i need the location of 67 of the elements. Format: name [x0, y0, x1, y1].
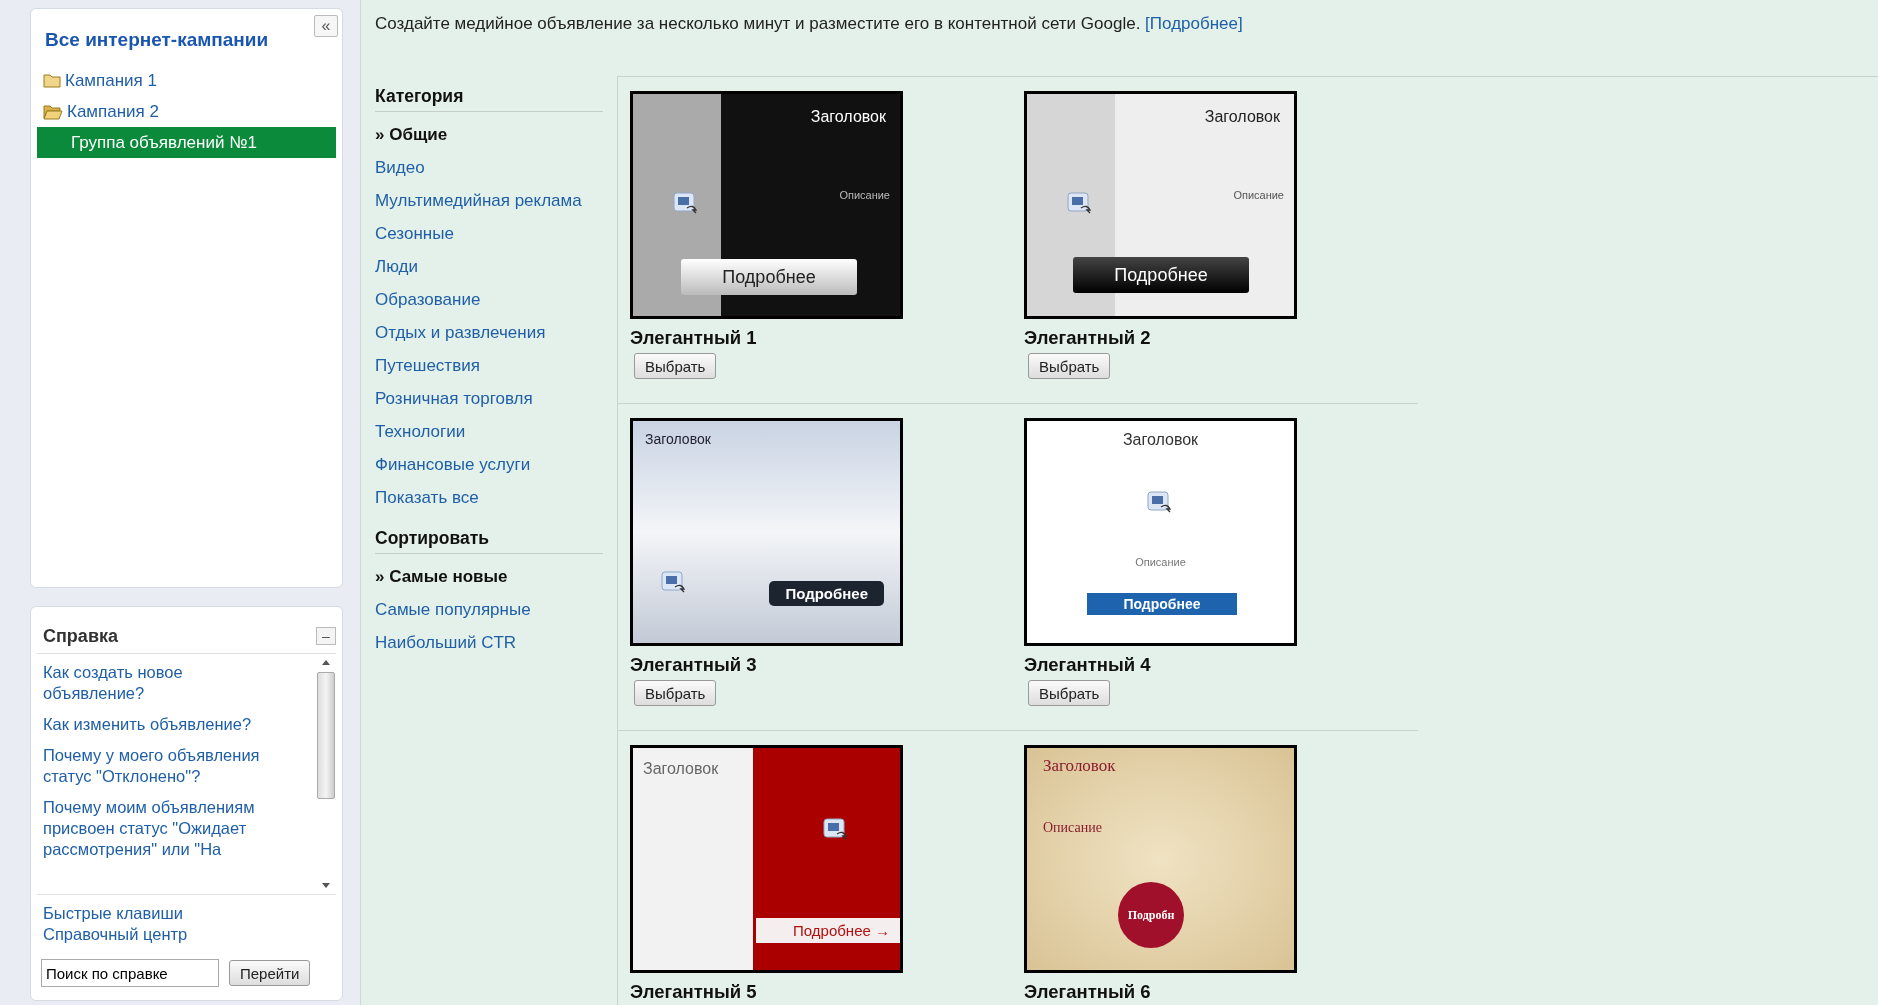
filter-link[interactable]: » Самые новые: [375, 560, 603, 593]
help-link[interactable]: Почему моим объявлениям присвоен статус "Ожидает рассмотрения" или "На: [43, 797, 286, 860]
template-name: Элегантный 1: [630, 327, 758, 349]
preview-cta: Подробнее →: [756, 918, 900, 943]
tree-item[interactable]: Группа объявлений №1: [37, 127, 336, 158]
preview-cta: Подробнее: [1073, 257, 1249, 293]
filter-link[interactable]: Путешествия: [375, 349, 603, 382]
filter-link[interactable]: Финансовые услуги: [375, 448, 603, 481]
collapse-button[interactable]: «: [314, 15, 338, 37]
help-link[interactable]: Справочный центр: [43, 924, 330, 945]
go-button[interactable]: Перейти: [229, 960, 311, 986]
help-link[interactable]: Как изменить объявление?: [43, 714, 286, 735]
preview-heading: Заголовок: [1043, 756, 1116, 776]
preview-cta: Подробнее: [769, 581, 884, 606]
preview-description: Описание: [839, 189, 890, 201]
filter-link[interactable]: Видео: [375, 151, 603, 184]
filter-link[interactable]: Отдых и развлечения: [375, 316, 603, 349]
select-button[interactable]: Выбрать: [634, 353, 717, 379]
preview-heading: Заголовок: [1121, 431, 1200, 449]
filter-link[interactable]: Мультимедийная реклама: [375, 184, 603, 217]
filter-heading: Категория: [375, 86, 603, 112]
select-button[interactable]: Выбрать: [1028, 680, 1111, 706]
search-field[interactable]: Поиск по справке: [41, 959, 219, 987]
filter-link[interactable]: Розничная торговля: [375, 382, 603, 415]
folder-icon: [43, 72, 61, 89]
filter-link[interactable]: Образование: [375, 283, 603, 316]
template-name: Элегантный 2: [1024, 327, 1152, 349]
preview-cta: Подробнее: [681, 259, 857, 295]
preview-cta: Подробн: [1118, 882, 1184, 948]
image-icon: [1067, 192, 1093, 216]
filter-link[interactable]: Технологии: [375, 415, 603, 448]
preview-description: Описание: [1134, 556, 1187, 568]
tree-item[interactable]: Кампания 1: [37, 65, 336, 96]
filter-link[interactable]: Показать все: [375, 481, 603, 514]
image-icon: [1147, 491, 1173, 515]
template-name: Элегантный 4: [1024, 654, 1152, 676]
template-name: Элегантный 6: [1024, 981, 1152, 1003]
image-icon: [661, 571, 687, 595]
folder-icon: [43, 103, 63, 120]
select-button[interactable]: Выбрать: [634, 680, 717, 706]
help-link[interactable]: Почему у моего объявления статус "Отклонено"?: [43, 745, 286, 787]
template-name: Элегантный 3: [630, 654, 758, 676]
preview-description: Описание: [1233, 189, 1284, 201]
filter-link[interactable]: Люди: [375, 250, 603, 283]
preview-cta: Подробнее: [1087, 593, 1237, 615]
filter-heading: Сортировать: [375, 528, 603, 554]
tree-item[interactable]: Кампания 2: [37, 96, 336, 127]
image-icon: [673, 192, 699, 216]
help-link[interactable]: Быстрые клавиши: [43, 903, 330, 924]
preview-description: Описание: [1043, 820, 1102, 836]
more-link[interactable]: [Подробнее]: [1145, 14, 1243, 33]
preview-heading: Заголовок: [645, 431, 711, 447]
preview-heading: Заголовок: [1204, 108, 1280, 126]
filter-link[interactable]: » Общие: [375, 118, 603, 151]
filter-link[interactable]: Самые популярные: [375, 593, 603, 626]
help-link[interactable]: Как создать новое объявление?: [43, 662, 286, 704]
preview-heading: Заголовок: [810, 108, 886, 126]
select-button[interactable]: Выбрать: [1028, 353, 1111, 379]
preview-heading: Заголовок: [643, 760, 719, 778]
panel-title: Все интернет-кампании: [45, 29, 270, 51]
filter-link[interactable]: Сезонные: [375, 217, 603, 250]
template-name: Элегантный 5: [630, 981, 758, 1003]
minimize-button[interactable]: –: [316, 627, 336, 645]
filter-link[interactable]: Наибольший CTR: [375, 626, 603, 659]
panel-title: Справка: [43, 625, 118, 647]
intro-text: Создайте медийное объявление за несколько минут и разместите его в контентной сети Google. [Подробнее]: [374, 13, 1244, 35]
image-icon: [823, 818, 849, 842]
